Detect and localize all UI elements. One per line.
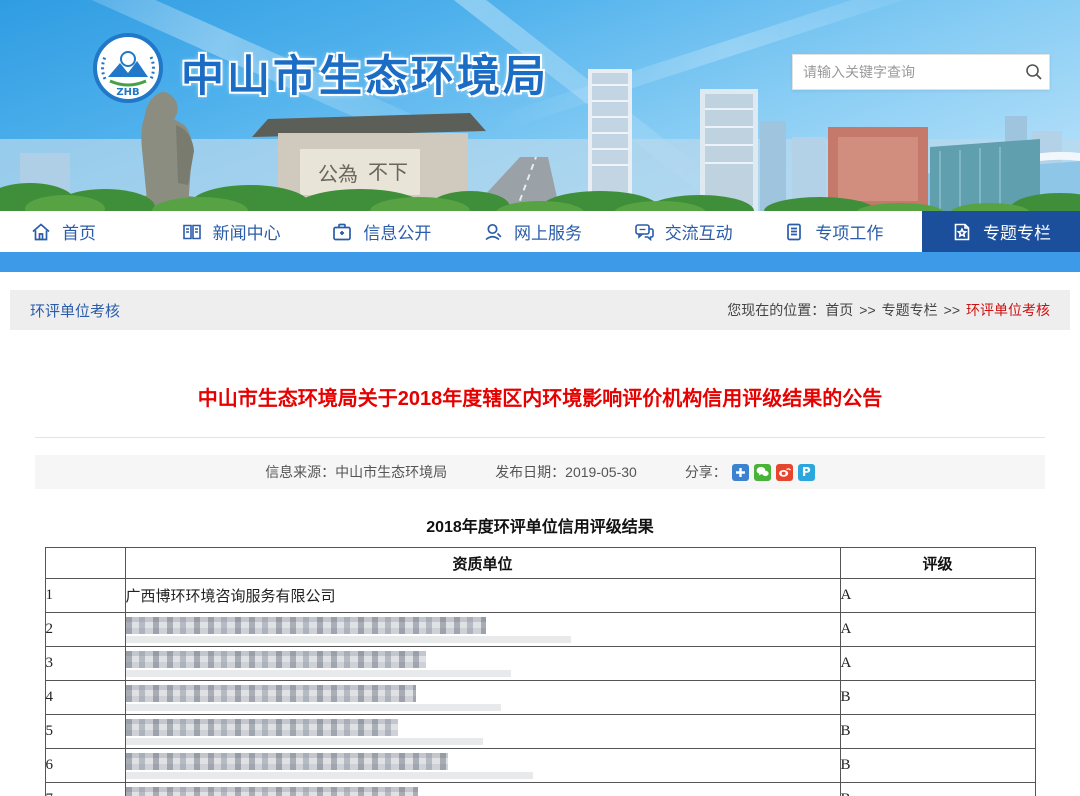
header-rating: 评级: [840, 548, 1035, 579]
nav-item-label: 网上服务: [514, 219, 582, 244]
nav-item[interactable]: 专题专栏: [922, 211, 1080, 252]
table-header-row: 资质单位 评级: [45, 548, 1035, 579]
header-company: 资质单位: [125, 548, 840, 579]
header-banner: 公為不下: [0, 0, 1080, 211]
nav-item-label: 专题专栏: [983, 219, 1051, 244]
rating-value: B: [840, 715, 1035, 749]
page-title: 中山市生态环境局关于2018年度辖区内环境影响评价机构信用评级结果的公告: [0, 382, 1080, 411]
table-row: 6B: [45, 749, 1035, 783]
row-number: 2: [45, 613, 125, 647]
row-number: 4: [45, 681, 125, 715]
share-group: 分享： P: [685, 462, 815, 482]
company-name: 广西博环环境咨询服务有限公司: [126, 589, 336, 605]
redacted-company-name: [126, 719, 398, 736]
star-doc-icon: [951, 221, 973, 243]
info-source: 信息来源：中山市生态环境局: [265, 462, 447, 482]
main-nav: 首页 新闻中心 信息公开 网上服务 交流互动 专项工作 专题专栏: [0, 211, 1080, 252]
service-icon: [482, 221, 504, 243]
redacted-company-name: [126, 617, 486, 634]
redaction-artifact: [126, 636, 571, 643]
nav-item-label: 首页: [62, 219, 96, 244]
rating-value: A: [840, 647, 1035, 681]
table-title: 2018年度环评单位信用评级结果: [0, 513, 1080, 537]
document-icon: [783, 221, 805, 243]
rating-value: B: [840, 681, 1035, 715]
breadcrumb: 您现在的位置：首页 >> 专题专栏 >> 环评单位考核: [727, 300, 1050, 320]
nav-item[interactable]: 信息公开: [313, 211, 464, 252]
svg-text:公為: 公為: [318, 162, 358, 186]
nav-item-label: 专项工作: [815, 219, 883, 244]
chat-icon: [633, 221, 655, 243]
rating-value: B: [840, 783, 1035, 796]
breadcrumb-separator: >>: [859, 302, 875, 318]
row-number: 5: [45, 715, 125, 749]
breadcrumb-separator: >>: [944, 302, 960, 318]
redaction-artifact: [126, 704, 501, 711]
rating-value: A: [840, 579, 1035, 613]
qzone-icon[interactable]: P: [798, 464, 815, 481]
rating-table: 资质单位 评级 1广西博环环境咨询服务有限公司A2A3A4B5B6B7B: [45, 547, 1036, 796]
page: 公為不下: [0, 0, 1080, 796]
share-label: 分享：: [685, 462, 727, 482]
home-icon: [30, 221, 52, 243]
search-box: [792, 54, 1050, 90]
table-row: 4B: [45, 681, 1035, 715]
table-row: 3A: [45, 647, 1035, 681]
redacted-company-name: [126, 753, 448, 770]
nav-item[interactable]: 新闻中心: [163, 211, 314, 252]
divider: [35, 437, 1045, 438]
row-number: 6: [45, 749, 125, 783]
row-number: 7: [45, 783, 125, 796]
redacted-company-name: [126, 787, 418, 796]
table-row: 2A: [45, 613, 1035, 647]
nav-item[interactable]: 首页: [0, 211, 163, 252]
breadcrumb-prefix: 您现在的位置：: [727, 302, 825, 318]
search-icon[interactable]: [1019, 57, 1049, 87]
svg-text:不下: 不下: [368, 160, 408, 184]
row-number: 1: [45, 579, 125, 613]
section-title: 环评单位考核: [30, 300, 120, 321]
breadcrumb-bar: 环评单位考核 您现在的位置：首页 >> 专题专栏 >> 环评单位考核: [10, 290, 1070, 330]
wechat-icon[interactable]: [754, 464, 771, 481]
breadcrumb-item[interactable]: 环评单位考核: [966, 302, 1050, 318]
nav-item[interactable]: 交流互动: [615, 211, 766, 252]
table-row: 1广西博环环境咨询服务有限公司 A: [45, 579, 1035, 613]
nav-item-label: 新闻中心: [213, 219, 281, 244]
table-row: 7B: [45, 783, 1035, 796]
nav-item[interactable]: 专项工作: [765, 211, 916, 252]
search-input[interactable]: [793, 64, 1019, 80]
row-number: 3: [45, 647, 125, 681]
rating-value: B: [840, 749, 1035, 783]
nav-item[interactable]: 网上服务: [464, 211, 615, 252]
breadcrumb-item[interactable]: 专题专栏: [882, 302, 938, 318]
breadcrumb-item[interactable]: 首页: [825, 302, 853, 318]
redaction-artifact: [126, 772, 533, 779]
redacted-company-name: [126, 651, 426, 668]
header-no: [45, 548, 125, 579]
share-plus-icon[interactable]: [732, 464, 749, 481]
redacted-company-name: [126, 685, 416, 702]
rating-table-body: 1广西博环环境咨询服务有限公司A2A3A4B5B6B7B: [45, 579, 1035, 796]
redaction-artifact: [126, 670, 511, 677]
nav-underline-strip: [0, 252, 1080, 272]
logo-text: ZHB: [116, 87, 139, 98]
weibo-icon[interactable]: [776, 464, 793, 481]
nav-item-label: 信息公开: [363, 219, 431, 244]
nav-item-label: 交流互动: [665, 219, 733, 244]
info-date: 发布日期：2019-05-30: [495, 462, 637, 482]
table-row: 5B: [45, 715, 1035, 749]
site-title: 中山市生态环境局: [181, 42, 549, 104]
site-logo-icon: ZHB: [93, 33, 163, 103]
redaction-artifact: [126, 738, 483, 745]
briefcase-icon: [331, 221, 353, 243]
rating-value: A: [840, 613, 1035, 647]
article-info-bar: 信息来源：中山市生态环境局 发布日期：2019-05-30 分享： P: [35, 455, 1045, 489]
news-icon: [181, 221, 203, 243]
